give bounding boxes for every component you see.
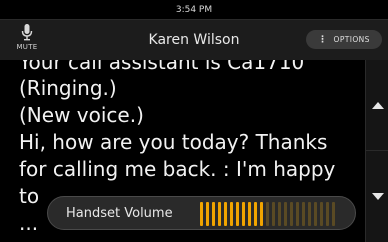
volume-bar-active (230, 202, 233, 226)
scroll-down-button[interactable] (366, 151, 388, 241)
transcript-line: for calling me back. : I'm happy (19, 157, 336, 181)
volume-bar-inactive (266, 202, 269, 226)
transcript-line: Hi, how are you today? Thanks (19, 130, 328, 154)
handset-volume-popup: Handset Volume (47, 196, 356, 230)
volume-bar-active (206, 202, 209, 226)
microphone-icon (21, 24, 33, 41)
volume-bar-inactive (314, 202, 317, 226)
call-header: Karen Wilson MUTE ⋮ OPTIONS (0, 19, 388, 60)
transcript-line: Your call assistant is Ca1710 (19, 60, 305, 74)
volume-bar-inactive (308, 202, 311, 226)
volume-bar-inactive (332, 202, 335, 226)
transcript-line: ... (19, 211, 39, 235)
triangle-up-icon (371, 101, 384, 109)
mute-label: MUTE (16, 43, 38, 51)
vertical-dots-icon: ⋮ (318, 34, 328, 45)
volume-bar-active (212, 202, 215, 226)
volume-bar-active (254, 202, 257, 226)
volume-bar-active (224, 202, 227, 226)
volume-bar-inactive (272, 202, 275, 226)
options-button[interactable]: ⋮ OPTIONS (306, 30, 382, 49)
volume-bar-active (236, 202, 239, 226)
transcript-line: to (19, 184, 40, 208)
volume-label: Handset Volume (66, 205, 173, 221)
volume-bar-active (218, 202, 221, 226)
scrollbar (365, 60, 388, 242)
volume-bar-active (242, 202, 245, 226)
scroll-up-button[interactable] (366, 60, 388, 151)
volume-bar-inactive (290, 202, 293, 226)
volume-bar-inactive (320, 202, 323, 226)
options-label: OPTIONS (333, 35, 370, 44)
volume-bar-inactive (296, 202, 299, 226)
transcript-line: (Ringing.) (19, 76, 117, 100)
clock: 3:54 PM (175, 4, 213, 15)
volume-bar-inactive (302, 202, 305, 226)
volume-level-meter[interactable] (200, 202, 340, 226)
volume-bar-active (248, 202, 251, 226)
transcript-line: (New voice.) (19, 103, 144, 127)
volume-bar-active (200, 202, 203, 226)
volume-bar-inactive (326, 202, 329, 226)
triangle-down-icon (371, 192, 384, 200)
volume-bar-active (260, 202, 263, 226)
volume-bar-inactive (278, 202, 281, 226)
mute-button[interactable]: MUTE (14, 24, 40, 56)
volume-bar-inactive (284, 202, 287, 226)
status-bar: 3:54 PM (0, 0, 388, 19)
